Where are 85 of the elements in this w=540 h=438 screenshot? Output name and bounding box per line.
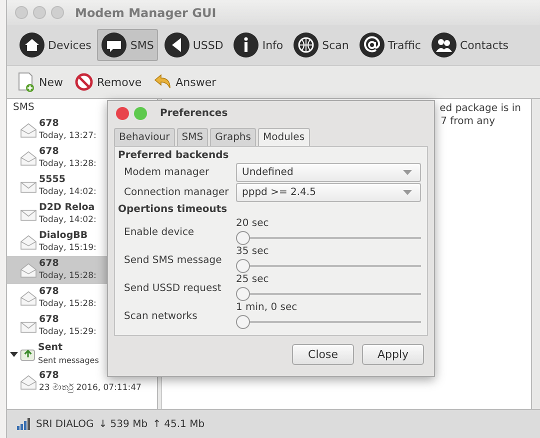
people-icon [430, 32, 457, 58]
toolbar-tab[interactable]: USSD [160, 29, 228, 61]
message-time: Today, 13:27: [39, 130, 96, 143]
slider-thumb[interactable] [236, 230, 250, 245]
field-label: Connection manager [124, 187, 230, 198]
toolbar-button[interactable]: Remove [73, 71, 144, 93]
speaker-icon [164, 32, 190, 58]
sender-name: 678 [39, 313, 60, 326]
message-time: Today, 14:02: [39, 214, 96, 227]
dropdown[interactable]: Undefined [236, 163, 421, 182]
toolbar-tab[interactable]: Contacts [426, 29, 512, 61]
window-title: Modem Manager GUI [75, 6, 216, 20]
toolbar-tab[interactable]: Devices [15, 29, 96, 61]
dialog-title: Preferences [160, 108, 228, 118]
dialog-button[interactable]: Apply [362, 344, 424, 365]
sender-name: 678 [39, 257, 60, 270]
message-text: 7 from any [440, 115, 495, 128]
toolbar-tab[interactable]: Info [229, 29, 288, 61]
sender-name: 678 [39, 117, 60, 130]
info-icon [233, 32, 260, 58]
toolbar-button[interactable]: Answer [152, 72, 218, 92]
message-time: Today, 15:28: [39, 270, 96, 283]
download-total: ↓ 539 Mb [98, 418, 148, 430]
slider-reading: 25 sec [236, 272, 270, 286]
sender-name: 678 [39, 285, 60, 298]
speech-bubble-icon [101, 32, 128, 58]
caret-icon [403, 170, 412, 176]
sender-name: D2D Reloa [39, 201, 96, 214]
no-entry-icon [75, 73, 93, 91]
message-time: Today, 15:28: [39, 298, 96, 311]
signal-icon [17, 418, 31, 430]
section-heading: Opertions timeouts [118, 202, 228, 217]
close-icon[interactable] [116, 106, 129, 120]
section-heading: Preferred backends [118, 149, 230, 163]
close-icon[interactable] [15, 6, 28, 19]
slider-thumb[interactable] [236, 258, 250, 273]
message-text: ed package is in [440, 102, 521, 115]
message-time: Today, 15:19: [39, 242, 96, 255]
toolbar-button[interactable]: New [15, 70, 65, 94]
list-header: SMS [12, 101, 36, 115]
globe-icon [293, 32, 320, 58]
minimize-icon[interactable] [33, 6, 46, 19]
sender-name: DialogBB [39, 229, 89, 242]
caret-icon [403, 190, 412, 196]
at-sign-icon [358, 32, 385, 58]
slider-label: Enable device [124, 226, 196, 238]
slider[interactable] [236, 286, 421, 301]
slider-reading: 20 sec [236, 216, 270, 230]
slider[interactable] [236, 258, 421, 273]
slider-reading: 1 min, 0 sec [236, 301, 298, 314]
slider[interactable] [236, 315, 421, 329]
message-item[interactable]: 678 23 මාර්තු 2016, 07:11:47 [7, 368, 157, 396]
upload-total: ↑ 45.1 Mb [152, 418, 205, 430]
slider-reading: 35 sec [236, 244, 270, 258]
folder-description: Sent messages [38, 355, 99, 367]
dialog-tab[interactable]: Behaviour [114, 128, 175, 146]
maximize-icon[interactable] [51, 6, 64, 19]
slider-thumb[interactable] [236, 286, 250, 301]
message-time: Today, 15:29: [39, 326, 96, 339]
field-label: Modem manager [124, 167, 210, 178]
sender-name: 678 [39, 369, 60, 382]
toolbar-tab[interactable]: Scan [289, 29, 353, 61]
new-document-icon [17, 72, 35, 92]
dialog-button[interactable]: Close [292, 344, 354, 365]
toolbar-tab[interactable]: Traffic [354, 29, 425, 61]
slider-thumb[interactable] [236, 315, 250, 329]
slider[interactable] [236, 230, 421, 245]
slider-label: Send USSD request [124, 282, 222, 294]
dropdown[interactable]: pppd >= 2.4.5 [236, 183, 421, 202]
message-time: Today, 13:28: [39, 158, 96, 171]
slider-label: Scan networks [124, 311, 198, 322]
operator-name: SRI DIALOG [36, 418, 94, 430]
dialog-tab[interactable]: Modules [258, 128, 310, 146]
expander-down-icon[interactable] [10, 350, 18, 358]
message-time: Today, 14:02: [39, 186, 96, 199]
sender-name: 678 [39, 145, 60, 158]
dialog-tab[interactable]: Graphs [210, 128, 256, 146]
dialog-tab[interactable]: SMS [176, 128, 208, 146]
maximize-icon[interactable] [134, 106, 147, 120]
toolbar-tab[interactable]: SMS [97, 29, 158, 61]
message-time: 23 මාර්තු 2016, 07:11:47 [39, 382, 142, 395]
reply-arrow-icon [154, 74, 172, 90]
sender-name: 5555 [39, 173, 66, 186]
house-icon [19, 32, 45, 58]
folder-name: Sent [38, 341, 64, 354]
